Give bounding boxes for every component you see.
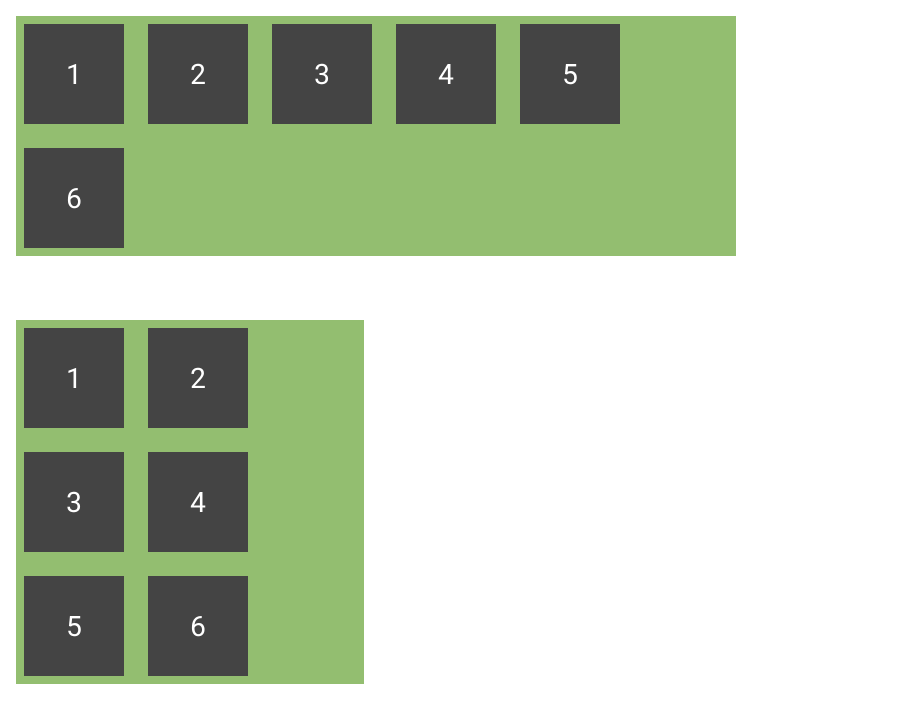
box-item: 4 <box>148 452 248 552</box>
box-item: 2 <box>148 328 248 428</box>
box-item: 1 <box>24 328 124 428</box>
box-item: 3 <box>272 24 372 124</box>
box-item: 4 <box>396 24 496 124</box>
box-item: 2 <box>148 24 248 124</box>
box-item: 3 <box>24 452 124 552</box>
flex-container-narrow: 1 2 3 4 5 6 <box>16 320 364 684</box>
box-item: 6 <box>24 148 124 248</box>
box-item: 6 <box>148 576 248 676</box>
box-item: 5 <box>520 24 620 124</box>
flex-container-wide: 1 2 3 4 5 6 <box>16 16 736 256</box>
box-item: 5 <box>24 576 124 676</box>
box-item: 1 <box>24 24 124 124</box>
